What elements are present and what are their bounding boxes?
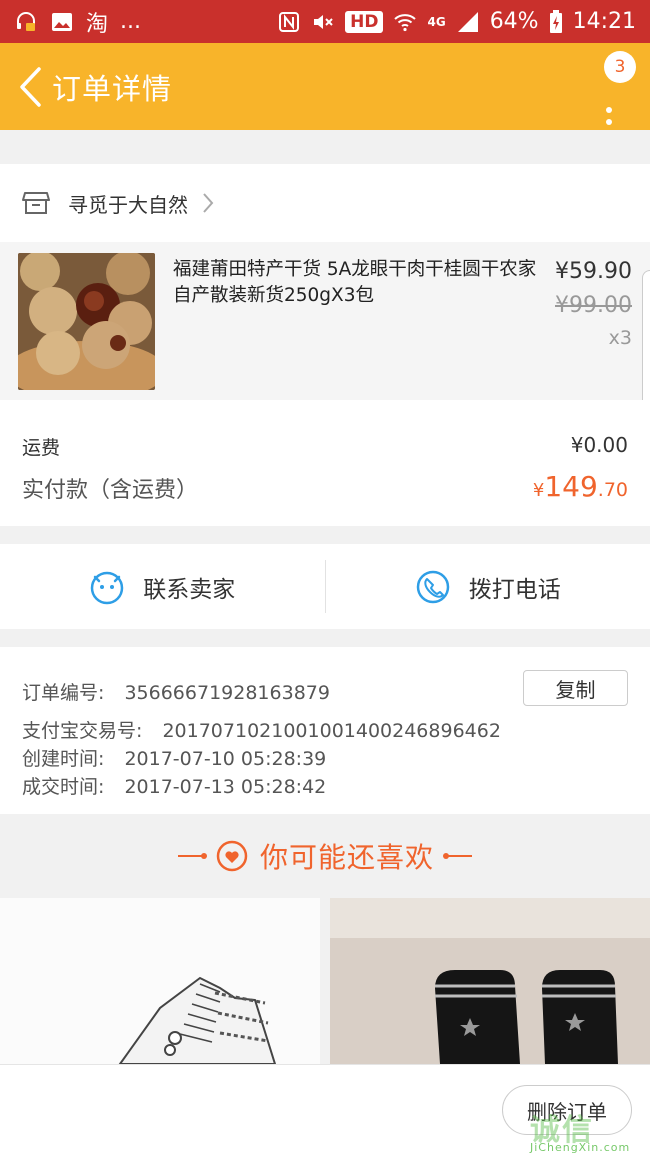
recommend-item[interactable] [330,898,650,1064]
headset-notification-icon [17,11,35,31]
divider-line [443,853,472,859]
more-dot-icon [606,119,612,125]
paid-currency: ¥ [532,480,545,501]
shop-name: 寻觅于大自然 [68,192,188,217]
network-type: 4G [427,14,446,29]
paid-decimal: .70 [597,479,628,501]
back-button[interactable] [8,57,52,117]
message-count-badge[interactable]: 3 [604,51,636,83]
product-title: 福建莆田特产干货 5A龙眼干肉干桂圆干农家自产散装新货250gX3包 [173,259,537,306]
taobao-notification-icon: 淘 [86,11,109,37]
copy-button[interactable]: 复制 [523,670,628,706]
contact-seller-label: 联系卖家 [143,576,236,603]
shop-icon [22,192,50,214]
closed-time-row: 成交时间: 2017-07-13 05:28:42 [22,772,326,799]
call-phone-label: 拨打电话 [468,576,561,603]
alipay-number-label: 支付宝交易号: [22,720,143,742]
heart-icon [216,840,248,872]
image-notification-icon [52,12,72,31]
phone-icon [416,570,449,603]
order-number-row: 订单编号: 35666671928163879 [22,678,330,705]
recommend-header: 你可能还喜欢 [0,824,650,888]
hd-voice-badge: HD [345,10,384,33]
nfc-icon [279,11,300,32]
paid-integer: 149 [544,470,598,503]
chevron-right-icon [203,193,214,213]
divider-line [177,853,207,859]
created-time-label: 创建时间: [22,748,105,770]
sneaker-image [0,898,320,1064]
app-header: 订单详情 3 [0,43,650,130]
clock: 14:21 [572,9,636,34]
order-info: 订单编号: 35666671928163879 复制 支付宝交易号: 20170… [0,647,650,814]
product-price: ¥59.90 [555,259,632,284]
mute-icon [314,14,333,29]
site-watermark: 诚信 JiChengXin.com [530,1105,642,1155]
chat-face-icon [91,571,124,604]
more-dot-icon [606,107,612,113]
order-number: 35666671928163879 [124,682,330,704]
closed-time-label: 成交时间: [22,776,105,798]
wifi-icon [394,13,417,31]
order-totals: 运费 ¥0.00 实付款（含运费） ¥149.70 [0,400,650,526]
more-notifications: ... [120,9,141,34]
paid-amount: ¥149.70 [533,470,628,503]
battery-charging-icon [549,9,562,33]
recommend-title: 你可能还喜欢 [259,841,434,874]
contact-seller-button[interactable]: 联系卖家 [0,544,325,629]
closed-time: 2017-07-13 05:28:42 [124,776,327,798]
battery-percent: 64% [489,9,539,34]
shop-row[interactable]: 寻觅于大自然 [0,164,650,242]
watermark-sub: JiChengXin.com [530,1141,631,1154]
paid-label: 实付款（含运费） [22,478,199,503]
product-original-price: ¥99.00 [555,293,632,318]
call-phone-button[interactable]: 拨打电话 [326,544,650,629]
shipping-label: 运费 [22,437,61,459]
product-image[interactable] [18,253,155,390]
bottom-action-bar: 删除订单 诚信 JiChengXin.com [0,1064,650,1155]
order-number-label: 订单编号: [22,682,105,704]
shipping-value: ¥0.00 [570,433,628,457]
product-item[interactable]: 福建莆田特产干货 5A龙眼干肉干桂圆干农家自产散装新货250gX3包 ¥59.9… [0,242,650,400]
chevron-left-icon [20,66,41,107]
contact-bar: 联系卖家 拨打电话 [0,544,650,629]
created-time: 2017-07-10 05:28:39 [124,748,327,770]
sock-boot-image [330,898,650,1064]
signal-icon [457,11,478,32]
created-time-row: 创建时间: 2017-07-10 05:28:39 [22,744,326,771]
alipay-number-row: 支付宝交易号: 2017071021001001400246896462 [22,716,501,743]
status-bar: 淘 ... HD 4G 64% 14:21 [0,0,650,43]
recommend-item[interactable] [0,898,320,1064]
alipay-number: 2017071021001001400246896462 [162,720,501,742]
product-quantity: x3 [608,327,632,349]
page-title: 订单详情 [52,71,173,106]
